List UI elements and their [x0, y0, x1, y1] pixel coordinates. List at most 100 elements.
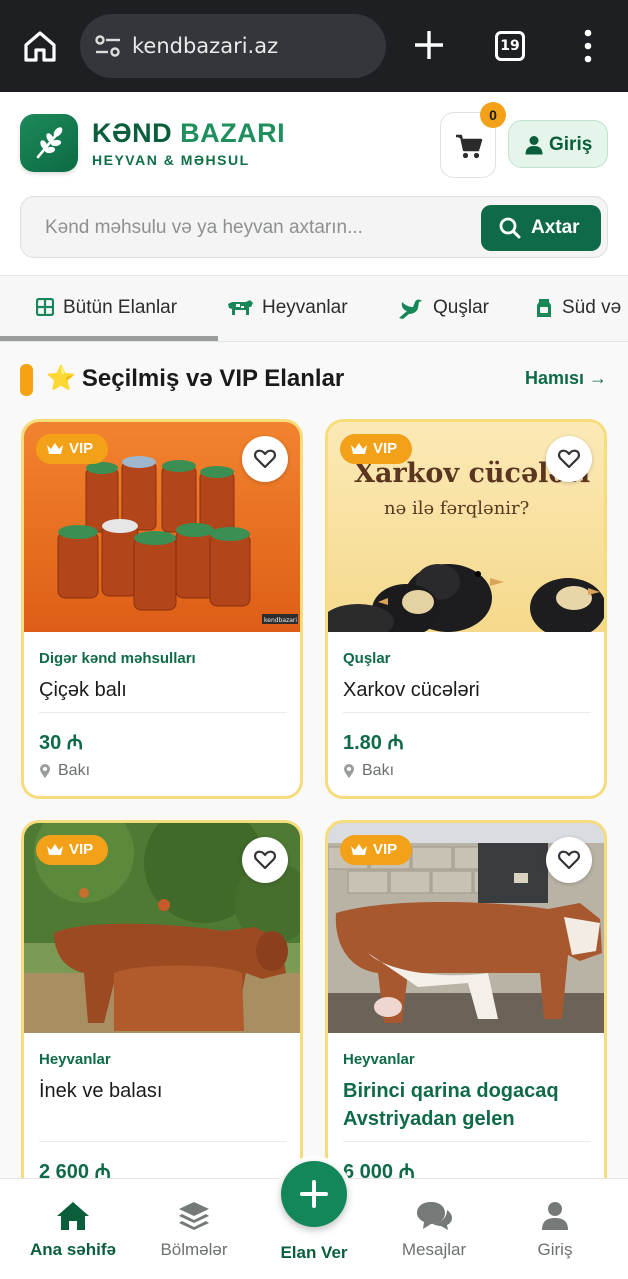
search-icon [499, 217, 521, 239]
favorite-button[interactable] [242, 436, 288, 482]
listing-card[interactable]: VIP Heyvanlar Birinci qarina dogacaq Avs… [325, 820, 607, 1178]
vip-badge: VIP [340, 835, 412, 865]
crown-icon [351, 443, 367, 454]
main-content: ⭐ Seçilmiş və VIP Elanlar Hamısı → kendba… [0, 342, 628, 1178]
tab-label: Süd və [562, 297, 622, 318]
listing-category: Heyvanlar [39, 1051, 111, 1068]
nav-label: Giriş [537, 1240, 573, 1259]
search-input[interactable] [45, 211, 465, 245]
nav-label: Bölmələr [160, 1240, 228, 1259]
user-icon [542, 1202, 568, 1230]
login-button[interactable]: Giriş [508, 120, 608, 168]
post-ad-button[interactable] [281, 1161, 347, 1227]
listing-category: Digər kənd məhsulları [39, 650, 196, 667]
milk-icon [537, 299, 551, 317]
post-ad-fab-ring [276, 1156, 352, 1232]
crown-icon [351, 844, 367, 855]
cart-icon [456, 134, 483, 159]
brand-part1: KƏND [92, 118, 173, 148]
image-watermark: kendbazari [264, 617, 297, 624]
listing-price: 2 600 ₼ [39, 1161, 111, 1178]
listing-card[interactable]: VIP Heyvanlar İnek ve balası 2 600 ₼ [21, 820, 303, 1178]
nav-label: Ana səhifə [30, 1240, 116, 1259]
listing-title[interactable]: İnek ve balası [39, 1077, 289, 1105]
cow-icon [228, 300, 253, 315]
nav-home[interactable]: Ana səhifə [18, 1201, 128, 1271]
tab-label: Quşlar [433, 297, 489, 318]
location-pin-icon [344, 764, 354, 778]
image-subheadline: nə ilə fərqlənir? [384, 498, 529, 519]
logo[interactable] [20, 114, 78, 172]
listing-price: 1.80 ₼ [343, 732, 404, 754]
brand-name[interactable]: KƏND BAZARI [92, 118, 285, 149]
bird-icon [399, 299, 422, 319]
heart-icon [558, 850, 580, 870]
listing-title[interactable]: Xarkov cücələri [343, 676, 593, 704]
search-bar: Axtar [20, 196, 608, 258]
heart-icon [254, 850, 276, 870]
favorite-button[interactable] [242, 837, 288, 883]
listing-price: 6 000 ₼ [343, 1161, 415, 1178]
tab-animals[interactable]: Heyvanlar [226, 296, 366, 322]
plus-icon [300, 1180, 328, 1208]
listing-category: Quşlar [343, 650, 391, 667]
chat-icon [417, 1202, 452, 1230]
post-ad-label[interactable]: Elan Ver [259, 1243, 369, 1263]
nav-sections[interactable]: Bölmələr [139, 1201, 249, 1271]
listing-category: Heyvanlar [343, 1051, 415, 1068]
user-icon [525, 136, 543, 155]
section-title: ⭐ Seçilmiş və VIP Elanlar [46, 364, 344, 393]
tab-all-listings[interactable]: Bütün Elanlar [36, 296, 206, 322]
listing-title[interactable]: Birinci qarina dogacaq Avstriyadan gelen… [343, 1077, 593, 1133]
nav-login[interactable]: Giriş [500, 1201, 610, 1271]
nav-messages[interactable]: Mesajlar [379, 1201, 489, 1271]
home-icon[interactable] [22, 28, 58, 64]
search-button[interactable]: Axtar [481, 205, 601, 251]
crown-icon [47, 443, 63, 454]
login-label: Giriş [549, 134, 593, 155]
cart-count-badge: 0 [480, 102, 506, 128]
browser-toolbar: kendbazari.az 19 [0, 0, 628, 92]
tab-birds[interactable]: Quşlar [398, 296, 508, 322]
divider [39, 712, 287, 713]
tab-label: Bütün Elanlar [63, 297, 178, 318]
vip-badge: VIP [36, 835, 108, 865]
tab-label: Heyvanlar [262, 297, 348, 318]
category-tabs: Bütün Elanlar Heyvanlar Quşlar Süd və [0, 276, 628, 342]
location-pin-icon [40, 764, 50, 778]
star-icon: ⭐ [46, 365, 76, 392]
vip-badge: VIP [340, 434, 412, 464]
listing-price: 30 ₼ [39, 732, 84, 754]
url-text[interactable]: kendbazari.az [132, 34, 278, 58]
search-button-label: Axtar [531, 217, 580, 238]
listing-title[interactable]: Çiçək balı [39, 676, 289, 704]
site-settings-icon[interactable] [94, 34, 122, 58]
brand-part2: BAZARI [180, 118, 286, 148]
divider [39, 1141, 287, 1142]
divider [343, 712, 591, 713]
home-icon [57, 1202, 89, 1230]
layers-icon [179, 1202, 209, 1230]
address-bar[interactable]: kendbazari.az [80, 14, 386, 78]
nav-label: Mesajlar [401, 1240, 467, 1259]
favorite-button[interactable] [546, 837, 592, 883]
heart-icon [558, 449, 580, 469]
section-title-text: Seçilmiş və VIP Elanlar [81, 365, 345, 392]
wheat-icon [36, 127, 63, 159]
more-menu-icon[interactable] [578, 28, 598, 64]
heart-icon [254, 449, 276, 469]
tab-milk[interactable]: Süd və [536, 296, 628, 322]
listing-card[interactable]: kendbazari VIP Digər kənd məhsulları Çiç… [21, 419, 303, 799]
grid-icon [36, 298, 54, 316]
brand-tagline: HEYVAN & MƏHSUL [92, 152, 250, 168]
see-all-link[interactable]: Hamısı → [525, 368, 607, 389]
tab-switcher-button[interactable]: 19 [495, 31, 525, 61]
vip-badge: VIP [36, 434, 108, 464]
active-tab-indicator [0, 336, 218, 341]
favorite-button[interactable] [546, 436, 592, 482]
section-accent-bar [20, 364, 33, 396]
new-tab-icon[interactable] [412, 28, 446, 62]
divider [343, 1141, 591, 1142]
listing-card[interactable]: Xarkov cücələri nə ilə fərqlənir? VIP Qu… [325, 419, 607, 799]
crown-icon [47, 844, 63, 855]
